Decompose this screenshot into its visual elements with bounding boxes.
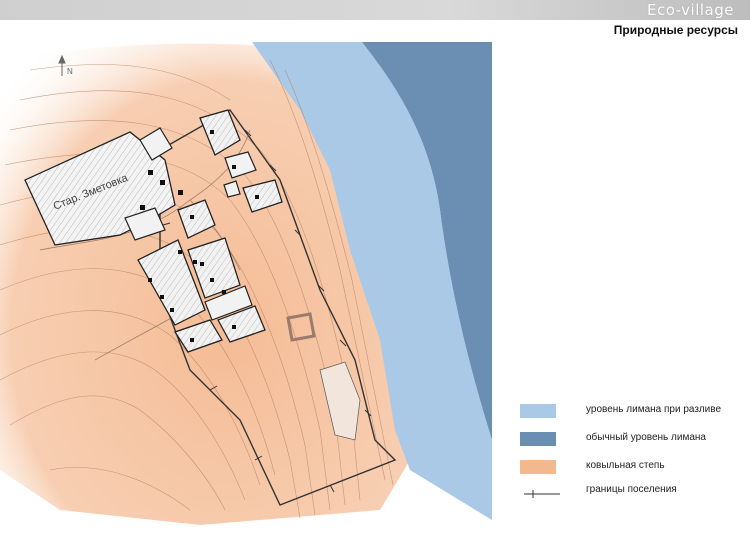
legend-item-boundary: границы поселения bbox=[520, 484, 745, 502]
legend-label-normal: обычный уровень лимана bbox=[586, 432, 706, 443]
legend-item-normal: обычный уровень лимана bbox=[520, 432, 745, 450]
legend-swatch-normal bbox=[520, 432, 556, 446]
legend-swatch-flood bbox=[520, 404, 556, 418]
site-map: N Стар. Зметовка bbox=[0, 40, 500, 525]
legend-label-flood: уровень лимана при разливе bbox=[586, 404, 722, 415]
legend-label-steppe: ковыльная степь bbox=[586, 460, 665, 471]
legend-item-flood: уровень лимана при разливе bbox=[520, 404, 745, 422]
legend-label-boundary: границы поселения bbox=[586, 484, 677, 495]
north-label: N bbox=[67, 67, 73, 76]
legend-swatch-steppe bbox=[520, 460, 556, 474]
page-subtitle: Природные ресурсы bbox=[613, 23, 738, 37]
header-bar: Eco-village bbox=[0, 0, 750, 20]
legend-item-steppe: ковыльная степь bbox=[520, 460, 745, 478]
boundary-line-icon bbox=[524, 490, 560, 498]
brand-title: Eco-village bbox=[646, 1, 734, 19]
